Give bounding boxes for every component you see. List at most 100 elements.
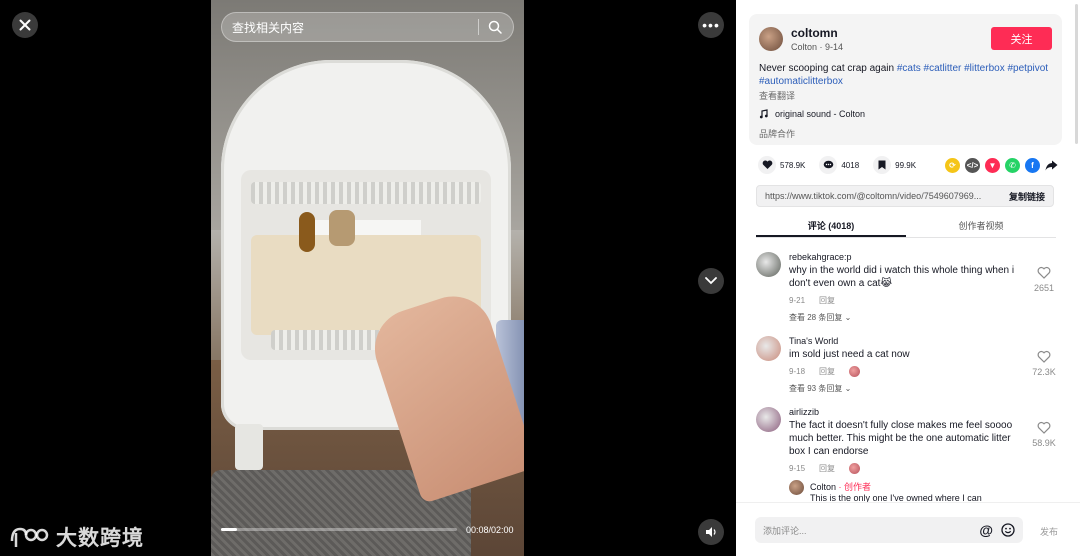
search-bar[interactable]: 查找相关内容 [221,12,514,42]
video-caption: Never scooping cat crap again #cats #cat… [759,62,1052,88]
comment-body: rebekahgrace:p why in the world did i wa… [789,252,1062,323]
more-options-button[interactable]: ••• [698,12,724,38]
comment-text: The fact it doesn't fully close makes me… [789,420,1013,457]
heart-outline-icon [1037,350,1051,363]
hashtag-link[interactable]: #cats [897,63,921,74]
hashtag-link[interactable]: #automaticlitterbox [759,76,843,87]
close-button[interactable] [12,12,38,38]
creator-badge: · 创作者 [836,482,872,492]
comment-like-count: 2651 [1033,283,1055,293]
litter-waste-1 [299,212,315,252]
author-username[interactable]: coltomn [791,26,843,40]
litter-waste-2 [329,210,355,246]
watermark-text: 大数跨境 [56,527,144,550]
litter-box-grate-top [251,182,481,204]
comment-meta: 9-18 回复 [789,366,1022,377]
comment-like-button[interactable]: 72.3K [1026,350,1062,377]
copy-link-button[interactable]: 复制链接 [1009,190,1045,203]
author-meta: coltomn Colton · 9-14 [791,26,843,52]
comment-like-button[interactable]: 58.9K [1026,421,1062,448]
view-replies-button[interactable]: 查看 93 条回复 ⌄ [789,383,1022,394]
sound-label: original sound - Colton [775,109,866,119]
author-avatar[interactable] [759,27,783,51]
bookmark-icon [873,156,892,174]
panel-scrollbar[interactable] [1075,4,1078,144]
action-bar: 578.9K 4018 99.9K ⟳ </> ▼ ✆ f [758,156,1058,174]
video-info-card: coltomn Colton · 9-14 关注 Never scooping … [749,14,1062,145]
heart-icon [758,156,776,174]
comment-date: 9-21 [789,296,806,305]
comment-input[interactable]: 添加评论... @ [755,517,1023,543]
comment-item: Tina's World im sold just need a cat now… [756,336,1062,394]
close-icon [19,19,31,31]
author-subtitle: Colton · 9-14 [791,42,844,52]
author-liked-avatar [849,366,861,377]
chevron-down-icon: ⌄ [844,384,852,393]
brand-partnership-label: 品牌合作 [759,129,796,139]
commenter-name[interactable]: airlizzib [789,407,1022,417]
comment-count: 4018 [841,160,860,170]
watermark-logo-icon [10,527,49,547]
like-action[interactable]: 578.9K [758,156,805,174]
view-replies-label: 查看 28 条回复 [789,313,843,322]
tab-creator-videos[interactable]: 创作者视频 [906,216,1056,237]
watermark: 大数跨境 [8,522,144,552]
search-icon[interactable] [487,19,503,35]
comment-like-button[interactable]: 2651 [1026,266,1062,293]
author-reply-username: Colton [810,482,837,492]
search-input[interactable]: 查找相关内容 [232,19,478,36]
next-video-button[interactable] [698,268,724,294]
litter-box-leg-left [235,424,263,470]
commenter-avatar[interactable] [756,252,781,277]
follow-button[interactable]: 关注 [991,27,1052,50]
comment-composer: 添加评论... @ 发布 [736,502,1080,556]
send-to-friends-icon[interactable]: ▼ [985,157,1000,173]
view-replies-button[interactable]: 查看 28 条回复 ⌄ [789,312,1022,323]
hashtag-link[interactable]: #litterbox [964,63,1005,74]
side-panel: coltomn Colton · 9-14 关注 Never scooping … [736,0,1080,556]
like-count: 578.9K [780,160,806,170]
save-count: 99.9K [895,160,917,170]
tab-comments[interactable]: 评论 (4018) [756,216,906,237]
whatsapp-icon[interactable]: ✆ [1005,157,1020,173]
embed-icon[interactable]: </> [965,157,980,173]
share-url: https://www.tiktok.com/@coltomn/video/75… [765,191,982,201]
author-reply-avatar[interactable] [789,480,804,495]
panel-tabs: 评论 (4018) 创作者视频 [756,216,1056,238]
comment-action[interactable]: 4018 [819,156,859,174]
chevron-down-icon: ⌄ [844,313,852,322]
sound-row[interactable]: original sound - Colton [759,109,1052,119]
emoji-icon[interactable] [1001,523,1015,537]
translate-link[interactable]: 查看翻译 [759,89,1052,102]
comment-date: 9-15 [789,464,806,473]
comment-item: airlizzib The fact it doesn't fully clos… [756,407,1062,502]
hashtag-link[interactable]: #petpivot [1007,63,1048,74]
commenter-avatar[interactable] [756,336,781,361]
comment-body: airlizzib The fact it doesn't fully clos… [789,407,1062,502]
save-action[interactable]: 99.9K [873,156,916,174]
hashtag-link[interactable]: #catlitter [924,63,962,74]
commenter-name[interactable]: rebekahgrace:p [789,252,1022,262]
comment-input-placeholder: 添加评论... [763,525,807,536]
commenter-name[interactable]: Tina's World [789,336,1022,346]
volume-button[interactable] [698,519,724,545]
reply-button[interactable]: 回复 [819,463,835,474]
post-comment-button[interactable]: 发布 [1040,525,1058,538]
progress-bar[interactable] [221,528,457,531]
mention-icon[interactable]: @ [979,522,993,538]
tiktok-video-page: 查找相关内容 ••• 00:08/02:00 大数跨境 coltomn Colt… [0,0,1080,556]
commenter-avatar[interactable] [756,407,781,432]
reply-button[interactable]: 回复 [819,295,835,306]
comment-text: why in the world did i watch this whole … [789,265,1015,289]
reply-button[interactable]: 回复 [819,366,835,377]
author-reply-name[interactable]: Colton · 创作者 [810,480,982,493]
comment-text: im sold just need a cat now [789,349,910,360]
video-stage: 查找相关内容 ••• 00:08/02:00 大数跨境 [0,0,736,556]
video-player[interactable] [211,0,524,556]
comment-meta: 9-15 回复 [789,463,1022,474]
share-arrow-icon[interactable] [1045,160,1058,171]
progress-fill [221,528,237,531]
facebook-icon[interactable]: f [1025,157,1040,173]
author-reply-body: Colton · 创作者 This is the only one I've o… [810,480,982,502]
repost-icon[interactable]: ⟳ [945,157,960,173]
